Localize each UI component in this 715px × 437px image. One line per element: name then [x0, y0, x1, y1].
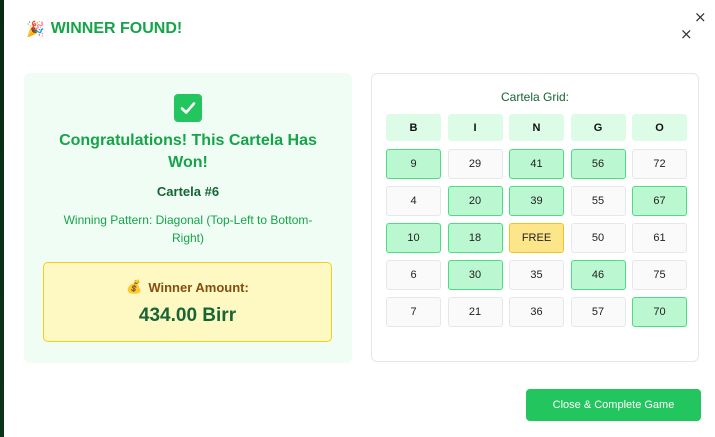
grid-cell: 29	[447, 149, 503, 179]
grid-cell: 39	[509, 186, 564, 216]
grid-cell: 21	[447, 297, 503, 327]
grid-cell: 7	[386, 297, 441, 327]
winner-amount-value: 434.00 Birr	[138, 305, 237, 326]
free-cell: FREE	[509, 223, 564, 253]
grid-cell: 56	[570, 149, 626, 179]
grid-cell: 61	[632, 223, 687, 253]
close-and-complete-game-button[interactable]: Close & Complete Game	[526, 389, 701, 421]
grid-cell: 10	[386, 223, 441, 253]
congratulations-heading: Congratulations! This Cartela Has Won!	[59, 132, 317, 171]
modal-title-text: WINNER FOUND!	[50, 20, 183, 37]
grid-cell: 55	[570, 186, 626, 216]
close-icon[interactable]: ×	[694, 10, 707, 25]
grid-cell: 75	[632, 260, 687, 290]
modal-title: 🎉 WINNER FOUND!	[26, 20, 182, 38]
party-popper-icon: 🎉	[26, 21, 45, 38]
grid-cell: 46	[570, 260, 626, 290]
money-bag-icon: 💰	[126, 279, 143, 294]
grid-cell: 9	[386, 149, 441, 179]
winner-panel: Congratulations! This Cartela Has Won! C…	[24, 73, 352, 363]
check-icon	[174, 94, 202, 122]
background-edge	[0, 0, 4, 437]
grid-cell: 67	[632, 186, 687, 216]
winning-pattern: Winning Pattern: Diagonal (Top-Left to B…	[63, 213, 313, 245]
grid-header-o: O	[632, 114, 687, 141]
grid-header-i: I	[447, 114, 503, 141]
grid-cell: 35	[509, 260, 564, 290]
grid-body: 9 29 41 56 72 4 20 39 55 67 10 18 FREE 50 61 6 30 35 46 75 7…	[386, 149, 687, 327]
grid-cell: 20	[447, 186, 503, 216]
grid-cell: 4	[386, 186, 441, 216]
grid-cell: 6	[386, 260, 441, 290]
cartela-grid-title: Cartela Grid:	[500, 90, 570, 104]
winner-amount-label-text: Winner Amount:	[148, 279, 249, 295]
cartela-number: Cartela #6	[156, 184, 220, 199]
grid-cell: 50	[570, 223, 626, 253]
grid-header-row: B I N G O	[386, 114, 687, 141]
grid-cell: 70	[632, 297, 687, 327]
grid-cell: 41	[509, 149, 564, 179]
grid-header-n: N	[509, 114, 564, 141]
winner-amount-box: 💰 Winner Amount: 434.00 Birr	[43, 262, 332, 342]
grid-cell: 36	[509, 297, 564, 327]
cartela-grid-panel: Cartela Grid: B I N G O 9 29 41 56 72 4 20 39 55…	[371, 73, 699, 362]
modal-close-button[interactable]: ×	[680, 27, 693, 42]
winner-amount-label: 💰 Winner Amount:	[44, 279, 331, 295]
grid-cell: 30	[447, 260, 503, 290]
grid-cell: 72	[632, 149, 687, 179]
grid-cell: 18	[447, 223, 503, 253]
grid-header-b: B	[386, 114, 441, 141]
grid-cell: 57	[570, 297, 626, 327]
grid-header-g: G	[570, 114, 626, 141]
